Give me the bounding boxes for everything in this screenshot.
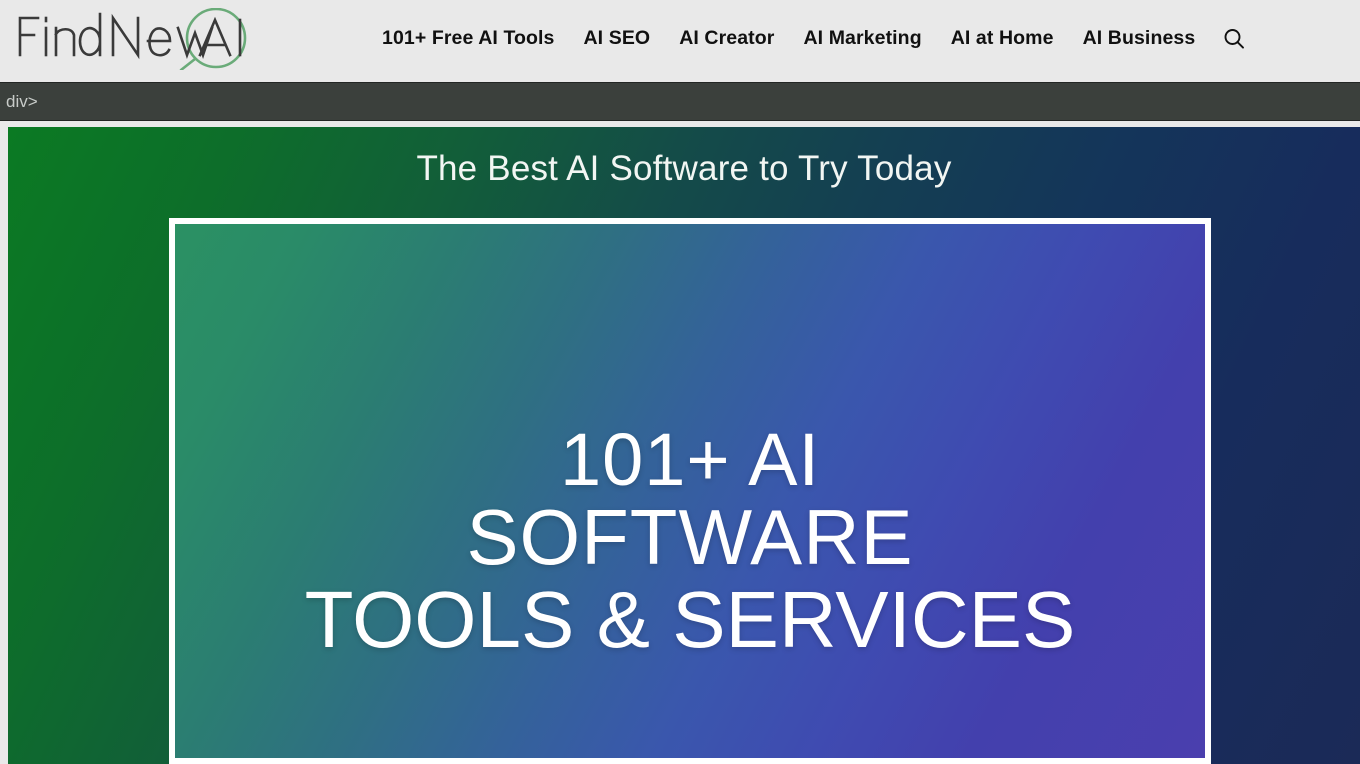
nav-item-ai-creator[interactable]: AI Creator	[679, 29, 774, 49]
nav-item-ai-business[interactable]: AI Business	[1083, 29, 1196, 49]
hero-frame: The Best AI Software to Try Today 101+ A…	[0, 121, 1360, 764]
nav-item-ai-marketing[interactable]: AI Marketing	[803, 29, 921, 49]
nav-item-ai-at-home[interactable]: AI at Home	[951, 29, 1054, 49]
nav-item-ai-seo[interactable]: AI SEO	[584, 29, 651, 49]
element-inspector-bar[interactable]: div>	[0, 82, 1360, 121]
logo-findnewai-icon	[18, 8, 247, 70]
promo-card[interactable]: 101+ AI SOFTWARE TOOLS & SERVICES	[169, 218, 1211, 764]
search-icon	[1224, 29, 1245, 49]
nav-item-free-ai-tools[interactable]: 101+ Free AI Tools	[382, 29, 555, 49]
inspector-path-label: div>	[6, 92, 38, 111]
promo-line-1: 101+ AI	[559, 418, 821, 501]
main-navigation: 101+ Free AI Tools AI SEO AI Creator AI …	[382, 24, 1249, 54]
site-logo[interactable]	[14, 8, 276, 70]
promo-text-block: 101+ AI SOFTWARE TOOLS & SERVICES	[175, 418, 1205, 664]
site-header: 101+ Free AI Tools AI SEO AI Creator AI …	[0, 0, 1360, 78]
promo-image: 101+ AI SOFTWARE TOOLS & SERVICES	[175, 224, 1205, 758]
promo-line-3: TOOLS & SERVICES	[304, 574, 1076, 664]
promo-line-2: SOFTWARE	[466, 492, 914, 581]
hero-section: The Best AI Software to Try Today 101+ A…	[8, 127, 1360, 764]
hero-title: The Best AI Software to Try Today	[416, 149, 952, 188]
search-button[interactable]	[1219, 24, 1249, 54]
